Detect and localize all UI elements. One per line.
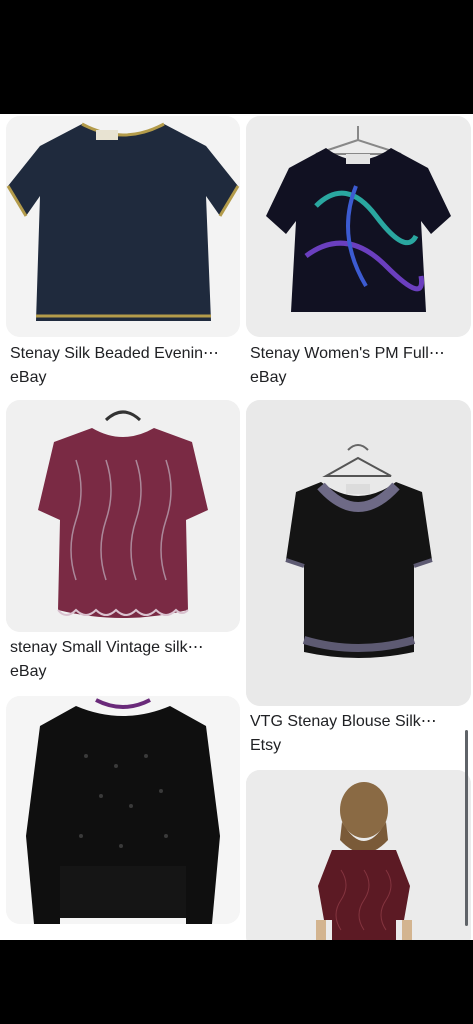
- burgundy-beaded-top-image: [6, 400, 240, 632]
- scrollbar[interactable]: [465, 730, 468, 926]
- model-burgundy-top-image: [246, 770, 471, 940]
- navy-beaded-top-image: [6, 116, 240, 337]
- black-beaded-blouse-image: [246, 400, 471, 706]
- result-title-1[interactable]: Stenay Silk Beaded Evenin⋯: [10, 344, 236, 364]
- result-source-4: Etsy: [250, 737, 282, 754]
- result-source-3: eBay: [10, 663, 47, 680]
- result-source-1: eBay: [10, 369, 47, 386]
- result-image-1[interactable]: [6, 116, 240, 337]
- result-title-3[interactable]: stenay Small Vintage silk⋯: [10, 638, 236, 658]
- result-title-2[interactable]: Stenay Women's PM Full⋯: [250, 344, 473, 364]
- black-beaded-long-sleeve-image: [6, 696, 240, 924]
- result-image-2[interactable]: [246, 116, 471, 337]
- result-image-6[interactable]: [246, 770, 471, 940]
- result-source-2: eBay: [250, 369, 287, 386]
- black-sequin-top-image: [246, 116, 471, 337]
- result-image-5[interactable]: [6, 696, 240, 924]
- result-image-4[interactable]: [246, 400, 471, 706]
- result-title-4[interactable]: VTG Stenay Blouse Silk⋯: [250, 712, 473, 732]
- result-image-3[interactable]: [6, 400, 240, 632]
- image-results-panel: Stenay Silk Beaded Evenin⋯ eBay Stenay W…: [0, 114, 473, 940]
